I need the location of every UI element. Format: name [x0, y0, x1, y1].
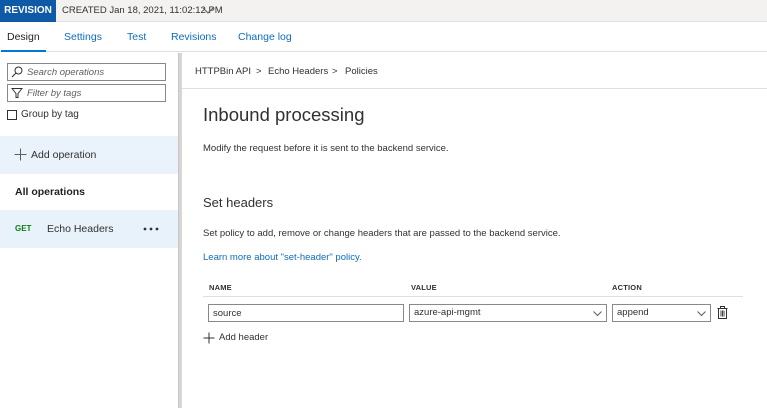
header-action-dropdown[interactable]: append [612, 304, 711, 322]
column-header-action: ACTION [612, 283, 642, 292]
breadcrumb-api[interactable]: HTTPBin API [195, 66, 251, 77]
add-header-label: Add header [219, 332, 269, 343]
chevron-down-icon[interactable] [201, 5, 215, 17]
revision-bar: REVISION 1 CREATED Jan 18, 2021, 11:02:1… [0, 0, 767, 38]
header-action-text: append [617, 307, 649, 318]
tab-test[interactable]: Test [127, 22, 146, 52]
group-by-tag-label: Group by tag [21, 109, 79, 120]
operations-sidebar: Group by tag Add operation All operation… [0, 53, 178, 408]
breadcrumb-operation[interactable]: Echo Headers [268, 66, 328, 77]
delete-header-icon[interactable] [717, 306, 728, 319]
filter-tags-input[interactable] [27, 85, 163, 101]
header-value-text: azure-api-mgmt [414, 307, 481, 318]
plus-icon [203, 332, 215, 344]
search-operations-box[interactable] [7, 63, 166, 81]
tab-design[interactable]: Design [1, 22, 46, 52]
set-headers-description: Set policy to add, remove or change head… [203, 228, 561, 239]
breadcrumb-separator: > [332, 66, 338, 77]
filter-icon [11, 88, 23, 98]
plus-icon [14, 148, 27, 161]
filter-tags-box[interactable] [7, 84, 166, 102]
header-value-dropdown[interactable]: azure-api-mgmt [409, 304, 607, 322]
header-divider [203, 296, 743, 297]
add-operation-button[interactable]: Add operation [0, 136, 178, 174]
breadcrumb-separator: > [256, 66, 262, 77]
breadcrumb-policies: Policies [345, 66, 378, 77]
column-header-value: VALUE [411, 283, 437, 292]
tab-revisions[interactable]: Revisions [171, 22, 217, 52]
operation-name: Echo Headers [47, 223, 114, 235]
chevron-down-icon [697, 311, 706, 317]
tab-settings[interactable]: Settings [64, 22, 102, 52]
column-header-name: NAME [209, 283, 232, 292]
chevron-down-icon [593, 311, 602, 317]
revision-created-text[interactable]: CREATED Jan 18, 2021, 11:02:12 PM [62, 0, 223, 22]
header-name-input[interactable] [209, 305, 403, 321]
inbound-processing-title: Inbound processing [203, 104, 365, 125]
search-operations-input[interactable] [27, 64, 163, 80]
tab-bar: Design Settings Test Revisions Change lo… [0, 22, 767, 52]
more-options-icon[interactable] [141, 221, 161, 235]
group-by-tag-checkbox[interactable] [7, 110, 17, 120]
add-operation-label: Add operation [31, 149, 97, 161]
header-name-field[interactable] [208, 304, 404, 322]
tab-change-log[interactable]: Change log [238, 22, 292, 52]
search-icon [11, 66, 23, 78]
breadcrumb: HTTPBin API > Echo Headers > Policies [182, 53, 767, 89]
http-method-badge: GET [15, 224, 32, 233]
set-headers-title: Set headers [203, 195, 274, 210]
learn-more-set-header-link[interactable]: Learn more about "set-header" policy. [203, 252, 362, 263]
operation-item-echo-headers[interactable]: GET Echo Headers [0, 210, 178, 248]
policy-editor-panel: HTTPBin API > Echo Headers > Policies In… [182, 53, 767, 408]
inbound-processing-description: Modify the request before it is sent to … [203, 143, 449, 154]
revision-badge[interactable]: REVISION 1 [0, 0, 56, 38]
all-operations-item[interactable]: All operations [15, 186, 85, 198]
